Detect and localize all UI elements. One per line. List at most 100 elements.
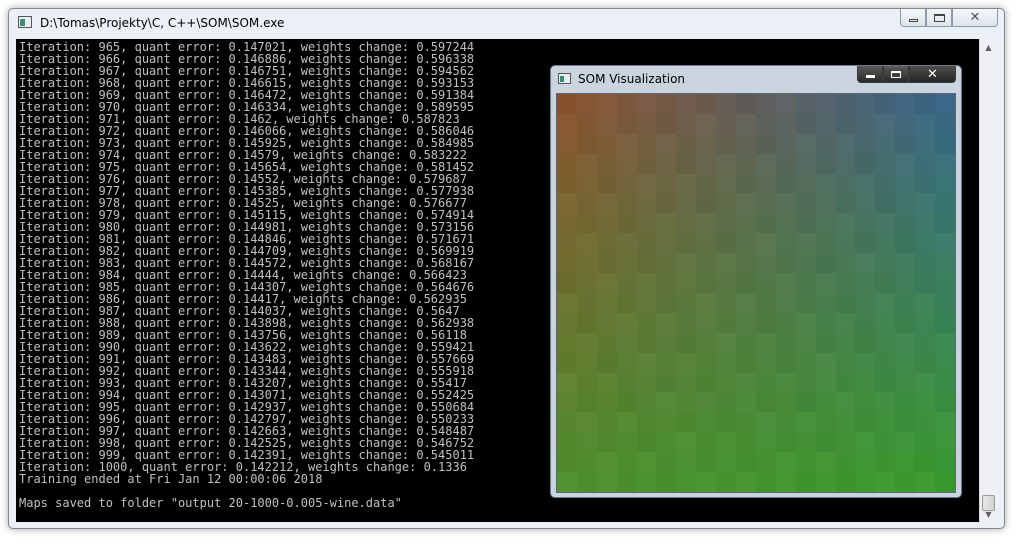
som-cell: [775, 412, 796, 433]
som-cell: [636, 352, 657, 373]
som-cell: [935, 133, 955, 154]
som-cell: [557, 472, 577, 492]
som-cell: [557, 153, 577, 174]
som-cell: [815, 392, 836, 413]
som-cell: [815, 352, 836, 373]
som-cell: [835, 233, 856, 254]
som-cell: [795, 332, 816, 353]
console-vertical-scrollbar[interactable]: ▲ ▼: [979, 39, 997, 522]
som-app-icon: [558, 73, 571, 84]
som-cell: [557, 452, 577, 473]
som-cell: [895, 372, 916, 393]
console-titlebar[interactable]: D:\Tomas\Projekty\C, C++\SOM\SOM.exe ✕: [9, 9, 1004, 39]
som-cell: [755, 292, 776, 313]
som-cell: [775, 113, 796, 134]
console-title: D:\Tomas\Projekty\C, C++\SOM\SOM.exe: [40, 16, 285, 30]
som-cell: [596, 332, 617, 353]
som-cell: [616, 173, 637, 194]
som-cell: [835, 213, 856, 234]
som-cell: [855, 273, 876, 293]
som-cell: [775, 312, 796, 333]
som-maximize-button[interactable]: [883, 66, 909, 83]
som-cell: [576, 233, 597, 254]
som-cell: [736, 472, 756, 492]
som-cell: [835, 133, 856, 154]
som-cell: [775, 94, 796, 114]
som-cell: [795, 153, 816, 174]
som-cell: [736, 292, 756, 313]
som-cell: [875, 133, 896, 154]
som-cell: [576, 312, 597, 333]
som-cell: [716, 352, 737, 373]
scroll-up-arrow-icon[interactable]: ▲: [980, 39, 997, 55]
console-close-button[interactable]: ✕: [952, 9, 998, 27]
som-cell: [815, 332, 836, 353]
som-minimize-button[interactable]: [857, 66, 883, 83]
som-cell: [935, 173, 955, 194]
som-cell: [716, 133, 737, 154]
som-cell: [656, 233, 677, 254]
som-cell: [915, 173, 936, 194]
som-cell: [855, 173, 876, 194]
som-cell: [696, 332, 717, 353]
som-cell: [775, 133, 796, 154]
som-cell: [616, 133, 637, 154]
som-cell: [915, 392, 936, 413]
som-cell: [835, 472, 856, 492]
som-cell: [676, 352, 697, 373]
som-cell: [835, 412, 856, 433]
som-cell: [835, 94, 856, 114]
som-cell: [676, 312, 697, 333]
som-cell: [855, 193, 876, 214]
som-cell: [636, 173, 657, 194]
som-cell: [755, 392, 776, 413]
som-cell: [795, 352, 816, 373]
som-cell: [557, 332, 577, 353]
som-cell: [795, 372, 816, 393]
som-cell: [696, 312, 717, 333]
som-cell: [815, 372, 836, 393]
som-cell: [755, 153, 776, 174]
som-cell: [636, 412, 657, 433]
som-cell: [557, 412, 577, 433]
som-cell: [616, 292, 637, 313]
console-app-icon: [18, 16, 32, 28]
som-cell: [895, 94, 916, 114]
som-close-button[interactable]: ✕: [909, 66, 956, 83]
som-cell: [775, 432, 796, 453]
scroll-down-arrow-icon[interactable]: ▼: [980, 506, 997, 522]
som-cell: [835, 113, 856, 134]
console-line: Maps saved to folder "output 20-1000-0.0…: [19, 496, 402, 510]
som-cell: [596, 352, 617, 373]
som-cell: [716, 472, 737, 492]
som-cell: [576, 372, 597, 393]
som-cell: [775, 233, 796, 254]
som-cell: [775, 153, 796, 174]
som-cell: [596, 193, 617, 214]
som-cell: [875, 352, 896, 373]
som-cell: [696, 153, 717, 174]
som-cell: [895, 412, 916, 433]
som-cell: [596, 432, 617, 453]
som-cell: [716, 253, 737, 274]
som-cell: [835, 312, 856, 333]
som-cell: [656, 153, 677, 174]
som-cell: [636, 94, 657, 114]
som-cell: [557, 392, 577, 413]
som-cell: [775, 452, 796, 473]
som-cell: [775, 193, 796, 214]
som-cell: [676, 372, 697, 393]
console-minimize-button[interactable]: [900, 9, 926, 27]
som-cell: [855, 472, 876, 492]
som-cell: [855, 352, 876, 373]
som-cell: [716, 292, 737, 313]
som-cell: [616, 253, 637, 274]
som-cell: [557, 312, 577, 333]
som-cell: [935, 352, 955, 373]
som-cell: [895, 332, 916, 353]
som-cell: [815, 452, 836, 473]
som-cell: [736, 253, 756, 274]
som-cell: [636, 392, 657, 413]
console-maximize-button[interactable]: [926, 9, 952, 27]
som-cell: [775, 213, 796, 234]
